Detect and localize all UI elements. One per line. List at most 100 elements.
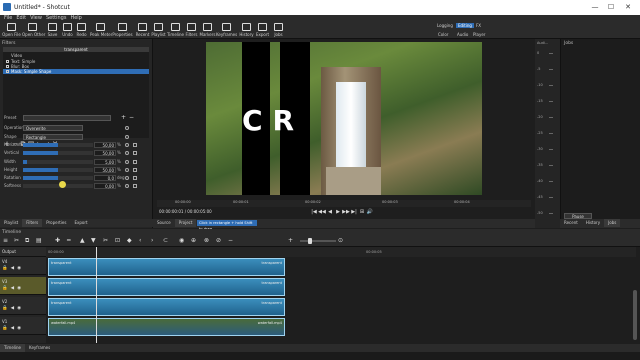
keyframe-icon[interactable] (133, 160, 137, 164)
keyframe-icon[interactable] (133, 176, 137, 180)
filter-item-selected[interactable]: Mask: Simple Shape (3, 69, 149, 74)
video-preview[interactable]: CR (206, 42, 482, 195)
param-value[interactable]: 0,00 (94, 183, 116, 189)
timeline-tool-button[interactable]: ⊗ (204, 237, 209, 245)
properties-button[interactable]: Properties (112, 21, 133, 39)
layout-player[interactable]: Player (473, 32, 485, 37)
timeline-ruler[interactable]: 00:00:00 00:00:05 (46, 247, 636, 257)
timeline-tool-button[interactable]: ✂ (14, 237, 19, 245)
reset-icon[interactable] (125, 135, 129, 139)
reset-icon[interactable] (125, 176, 129, 180)
timeline-clip[interactable]: transparent transparent (48, 298, 285, 316)
reset-icon[interactable] (125, 160, 129, 164)
jobs-button[interactable]: Jobs (268, 21, 289, 39)
timeline-tool-button[interactable]: ⊙ (338, 237, 343, 245)
param-combo[interactable]: Rectangle (23, 134, 83, 140)
reset-icon[interactable] (125, 126, 129, 130)
grid-icon[interactable]: ⊞ (358, 209, 366, 215)
param-slider[interactable] (23, 184, 93, 188)
timeline-tool-button[interactable]: › (151, 237, 153, 245)
param-slider[interactable] (23, 168, 93, 172)
lock-icon[interactable]: 🔒 (2, 326, 11, 331)
open-other-button[interactable]: Open Other (22, 21, 45, 39)
param-value[interactable]: 50,00 (94, 167, 116, 173)
layout-color[interactable]: Color (438, 32, 448, 37)
timeline-tool-button[interactable]: ▲ (80, 237, 85, 245)
rewind-icon[interactable]: ◀◀ (318, 209, 326, 215)
current-timecode[interactable]: 00:00:00:01 (159, 209, 183, 214)
timeline-clip[interactable]: waterfall.mp4 waterfall.mp4 (48, 318, 285, 336)
timeline-tool-button[interactable]: ⊘ (216, 237, 221, 245)
tab-filters[interactable]: Filters (22, 219, 43, 227)
reset-icon[interactable] (125, 184, 129, 188)
volume-icon[interactable]: 🔊 (366, 209, 374, 215)
checkbox-icon[interactable] (6, 65, 9, 68)
eye-icon[interactable]: ◉ (17, 286, 24, 291)
timeline-playhead[interactable] (96, 247, 97, 343)
redo-button[interactable]: Redo (71, 21, 92, 39)
delete-preset-button[interactable]: − (129, 115, 134, 121)
track-header[interactable]: V2 🔒◀◉ (0, 297, 46, 315)
timeline-tool-button[interactable]: ◆ (127, 237, 132, 245)
checkbox-icon[interactable] (6, 60, 9, 63)
param-combo[interactable]: Overwrite (23, 125, 83, 131)
peak-meter-button[interactable]: Peak Meter (90, 21, 112, 39)
timeline-zoom-slider[interactable] (300, 238, 336, 244)
skip-previous-icon[interactable]: |◀ (310, 209, 318, 215)
keyframe-icon[interactable] (133, 151, 137, 155)
eye-icon[interactable]: ◉ (17, 266, 24, 271)
timeline-tool-button[interactable]: − (228, 237, 233, 245)
markers-button[interactable]: Markers (197, 21, 218, 39)
tab-history[interactable]: History (582, 219, 604, 227)
timeline-tool-button[interactable]: ‹ (139, 237, 141, 245)
eye-icon[interactable]: ◉ (17, 306, 24, 311)
param-value[interactable]: 50,00 (94, 150, 116, 156)
keyframe-icon[interactable] (133, 184, 137, 188)
timeline-tool-button[interactable]: ⧉ (25, 237, 29, 245)
param-value[interactable]: 50,00 (94, 142, 116, 148)
skip-next-icon[interactable]: ▶| (350, 209, 358, 215)
zoom-handle[interactable] (308, 238, 312, 244)
timeline-tool-button[interactable]: ✂ (103, 237, 108, 245)
reset-icon[interactable] (125, 143, 129, 147)
timeline-tool-button[interactable]: ▤ (36, 237, 42, 245)
param-slider[interactable] (23, 151, 93, 155)
save-preset-button[interactable]: + (121, 115, 126, 121)
param-value[interactable]: 5,00 (94, 159, 116, 165)
tab-project[interactable]: Project (174, 219, 197, 227)
tab-playlist[interactable]: Playlist (0, 219, 22, 227)
lock-icon[interactable]: 🔒 (2, 306, 11, 311)
timeline-tool-button[interactable]: ⊂ (163, 237, 168, 245)
close-button[interactable]: ✕ (620, 2, 636, 13)
tab-export[interactable]: Export (70, 219, 91, 227)
timeline-scrollbar[interactable] (633, 290, 637, 340)
minimize-button[interactable]: — (587, 2, 603, 13)
keyframe-icon[interactable] (133, 143, 137, 147)
layout-logging[interactable]: Logging (437, 23, 453, 28)
tab-recent[interactable]: Recent (560, 219, 582, 227)
timeline-clip[interactable]: transparent transparent (48, 278, 285, 296)
lock-icon[interactable]: 🔒 (2, 266, 11, 271)
timeline-tool-button[interactable]: ⊕ (191, 237, 196, 245)
player-ruler[interactable]: 00:00:00 00:00:01 00:00:02 00:00:03 00:0… (157, 200, 531, 207)
track-header[interactable]: V1 🔒◀◉ (0, 317, 46, 335)
param-slider[interactable] (23, 160, 93, 164)
timeline-tool-button[interactable]: ⊡ (115, 237, 120, 245)
preset-combo[interactable] (23, 115, 111, 121)
timeline-clip[interactable]: transparent transparent (48, 258, 285, 276)
tab-jobs[interactable]: Jobs (604, 219, 621, 227)
step-back-icon[interactable]: ◀ (326, 209, 334, 215)
tab-timeline[interactable]: Timeline (0, 344, 26, 352)
timeline-tool-button[interactable]: ≡ (3, 237, 8, 245)
eye-icon[interactable]: ◉ (17, 326, 24, 331)
timeline-tool-button[interactable]: ━ (67, 237, 71, 245)
track-header[interactable]: V4 🔒◀◉ (0, 257, 46, 275)
layout-editing[interactable]: Editing (456, 23, 474, 28)
checkbox-icon[interactable] (6, 70, 9, 73)
timeline-tracks[interactable]: transparent transparent transparent transpa… (46, 247, 636, 343)
param-slider[interactable] (23, 176, 93, 180)
play-icon[interactable]: ▶ (334, 209, 342, 215)
timeline-tool-button[interactable]: ▼ (91, 237, 96, 245)
layout-fx[interactable]: FX (476, 23, 481, 28)
param-value[interactable]: 0,0 (94, 175, 116, 181)
